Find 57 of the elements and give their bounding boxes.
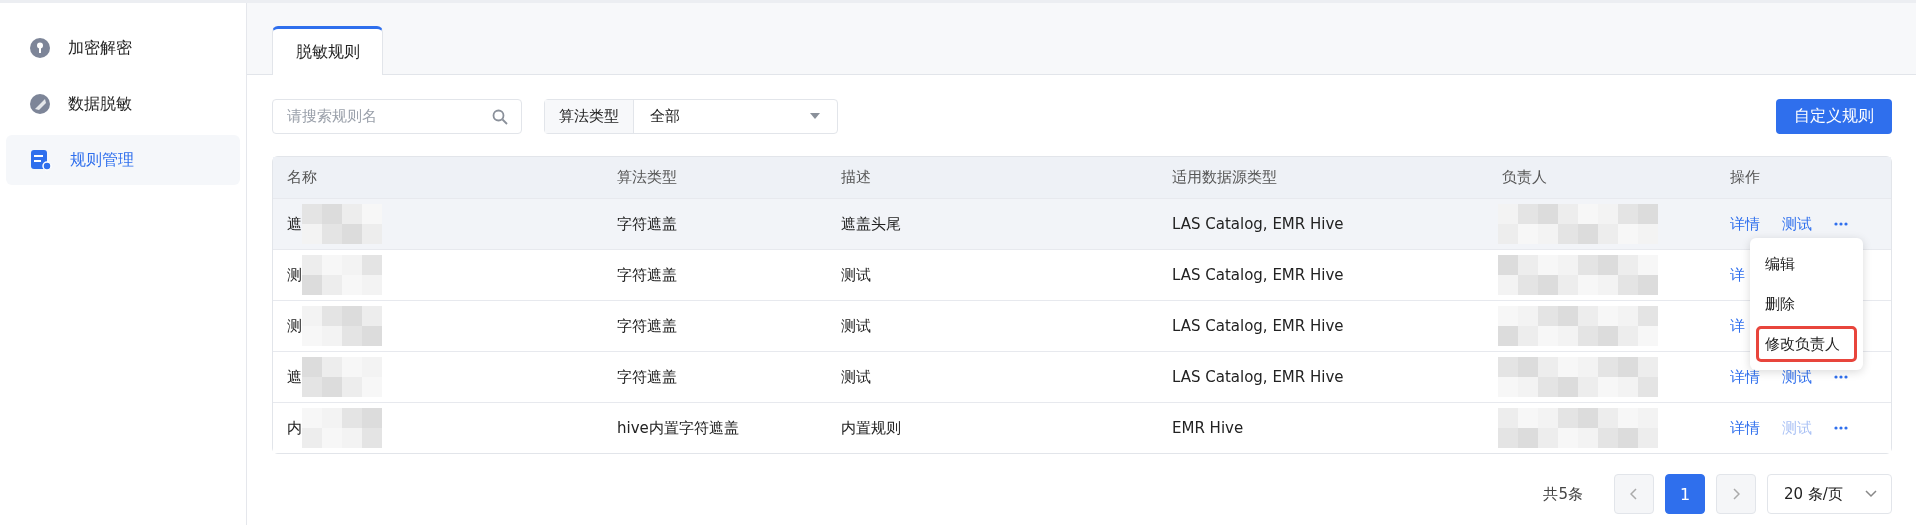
action-link[interactable]: 测试: [1782, 214, 1812, 234]
algorithm-type-select[interactable]: 算法类型 全部: [544, 98, 838, 134]
table-cell-text: 测试: [840, 316, 872, 336]
page-size-select[interactable]: 20 条/页: [1767, 474, 1892, 514]
menu-item[interactable]: 编辑: [1756, 246, 1857, 282]
table-cell-text: 测试: [840, 367, 872, 387]
table-cell-text: LAS Catalog, EMR Hive: [1171, 266, 1345, 284]
column-header: 算法类型: [616, 168, 678, 187]
more-icon[interactable]: [1834, 426, 1848, 430]
action-link[interactable]: 详情: [1730, 367, 1760, 387]
table-cell-text: 字符遮盖: [616, 367, 678, 387]
action-link[interactable]: 详情: [1730, 418, 1760, 438]
table-cell-text: LAS Catalog, EMR Hive: [1171, 215, 1345, 233]
menu-item[interactable]: 删除: [1756, 286, 1857, 322]
caret-icon: [809, 112, 821, 120]
action-link[interactable]: 详: [1730, 316, 1745, 336]
total-count: 共5条: [1543, 484, 1583, 504]
table-cell-text: LAS Catalog, EMR Hive: [1171, 368, 1345, 386]
chevron-right-icon: [1732, 488, 1740, 500]
table-cell-text: 字符遮盖: [616, 214, 678, 234]
table-cell-text: 字符遮盖: [616, 265, 678, 285]
table-cell-text: 字符遮盖: [616, 316, 678, 336]
search-field[interactable]: 请搜索规则名: [272, 98, 522, 134]
column-header: 适用数据源类型: [1171, 168, 1278, 187]
column-header: 描述: [840, 168, 872, 187]
table-cell: 遮: [287, 214, 302, 234]
table-cell-text: 内置规则: [840, 418, 902, 438]
table-cell: 测: [287, 265, 302, 285]
action-link[interactable]: 测试: [1782, 367, 1812, 387]
chevron-left-icon: [1630, 488, 1638, 500]
mask-icon: [30, 94, 50, 114]
sidebar-item[interactable]: 数据脱敏: [6, 79, 240, 129]
more-icon[interactable]: [1834, 222, 1848, 226]
more-icon[interactable]: [1834, 375, 1848, 379]
column-header: 负责人: [1501, 168, 1548, 187]
table-cell: 遮: [287, 367, 302, 387]
document-icon: [30, 149, 52, 171]
key-icon: [30, 38, 50, 58]
column-header: 操作: [1729, 168, 1761, 187]
table-cell-text: EMR Hive: [1171, 419, 1245, 437]
table-cell-text: LAS Catalog, EMR Hive: [1171, 317, 1345, 335]
page-button[interactable]: 1: [1665, 474, 1705, 514]
action-link[interactable]: 详情: [1730, 214, 1760, 234]
chevron-down-icon: [1865, 490, 1877, 498]
table-cell: 内: [287, 418, 302, 438]
tab[interactable]: 脱敏规则: [272, 26, 383, 75]
search-icon: [492, 108, 508, 125]
table-cell: 测: [287, 316, 302, 336]
column-header: 名称: [286, 168, 318, 187]
sidebar-item[interactable]: 规则管理: [6, 135, 240, 185]
table-cell-text: hive内置字符遮盖: [616, 418, 740, 438]
custom-rule-button[interactable]: 自定义规则: [1776, 98, 1892, 134]
table-cell-text: 遮盖头尾: [840, 214, 902, 234]
action-link[interactable]: 详: [1730, 265, 1745, 285]
menu-item[interactable]: 修改负责人: [1756, 326, 1857, 362]
table-cell-text: 测试: [840, 265, 872, 285]
sidebar-item[interactable]: 加密解密: [6, 23, 240, 73]
